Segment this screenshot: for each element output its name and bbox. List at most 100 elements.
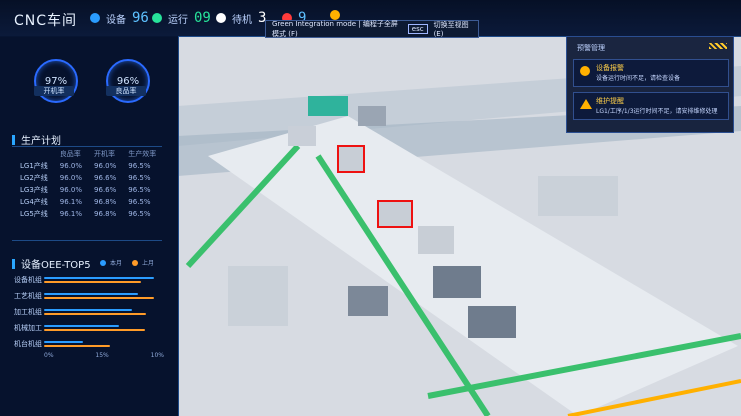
section-title: 生产计划 <box>21 136 61 147</box>
kpi-value: 09 <box>194 10 211 26</box>
line-name: LG5产线 <box>20 210 48 218</box>
cell: 96.0% <box>94 162 117 170</box>
forklift[interactable] <box>348 286 388 316</box>
machine-dark[interactable] <box>433 266 481 298</box>
machine-dark[interactable] <box>468 306 516 338</box>
machine-group[interactable] <box>538 176 618 216</box>
cell: 96.8% <box>94 198 117 206</box>
oee-row[interactable]: 加工机组 <box>14 304 154 320</box>
legend-label: 本月 <box>110 260 123 267</box>
oee-row[interactable]: 工艺机组 <box>14 288 154 304</box>
table-row[interactable]: LG3产线 96.0% 96.6% 96.5% <box>14 184 162 196</box>
oee-row[interactable]: 机台机组 <box>14 336 154 352</box>
machine-large[interactable] <box>228 266 288 326</box>
play-icon <box>152 13 162 23</box>
machine-red-accent[interactable] <box>337 145 365 173</box>
table-header: 良品率 开机率 生产效率 <box>14 148 162 160</box>
oee-row[interactable]: 设备机组 <box>14 272 154 288</box>
section-oee: 设备OEE-TOP5 <box>12 256 91 271</box>
divider <box>12 146 162 147</box>
section-title: 设备OEE-TOP5 <box>21 260 91 271</box>
cell: 96.1% <box>59 210 83 218</box>
mode-chip[interactable]: Green Integration mode | 编程子全屏模式 (F) esc… <box>265 20 479 38</box>
kpi-label: 运行 <box>168 14 188 26</box>
cell: 96.5% <box>128 162 151 170</box>
oee-row-label: 加工机组 <box>14 308 42 316</box>
device-icon <box>90 13 100 23</box>
machine-cluster[interactable] <box>288 126 316 146</box>
table-row[interactable]: LG1产线 96.0% 96.0% 96.5% <box>14 160 162 172</box>
col-header: 良品率 <box>59 150 81 158</box>
col-header: 生产效率 <box>128 150 157 158</box>
oee-row-label: 机台机组 <box>14 340 42 348</box>
cell: 96.0% <box>59 186 83 194</box>
divider <box>12 240 162 241</box>
table-row[interactable]: LG5产线 96.1% 96.8% 96.5% <box>14 208 162 220</box>
alert-title: 维护提醒 <box>596 97 624 105</box>
cell: 96.5% <box>128 186 151 194</box>
warning-icon <box>580 99 592 109</box>
line-name: LG3产线 <box>20 186 48 194</box>
axis-tick: 0% <box>44 352 54 359</box>
legend-swatch-current <box>100 259 106 266</box>
panel-title: 预警管理 <box>577 44 605 52</box>
left-panel: 97% 开机率 96% 良品率 生产计划 良品率 开机率 生产效率 LG1产线 … <box>0 36 179 416</box>
oee-row[interactable]: 机械加工 <box>14 320 154 336</box>
gauge-quality: 96% <box>106 59 150 103</box>
page-title: CNC车间 <box>14 13 78 29</box>
machine-red-accent[interactable] <box>377 200 413 228</box>
line-name: LG1产线 <box>20 162 48 170</box>
gauge-uptime: 97% <box>34 59 78 103</box>
oee-row-bars <box>44 307 154 317</box>
standby-icon <box>216 13 226 23</box>
section-accent <box>12 134 15 145</box>
machine[interactable] <box>418 226 454 254</box>
alert-title: 设备报警 <box>596 64 624 72</box>
axis-tick: 10% <box>150 352 164 359</box>
legend-swatch-previous <box>132 259 139 266</box>
cell: 96.5% <box>128 198 151 206</box>
cell: 96.6% <box>94 186 117 194</box>
cell: 96.0% <box>59 174 83 182</box>
oee-axis: 0% 15% 10% <box>44 352 164 359</box>
kpi-label: 待机 <box>232 14 252 26</box>
oee-legend: 本月 上月 <box>100 258 154 267</box>
production-table: 良品率 开机率 生产效率 LG1产线 96.0% 96.0% 96.5% LG2… <box>14 148 162 220</box>
alert-body: 设备运行时间不足，请检查设备 <box>596 75 681 82</box>
axis-tick: 15% <box>95 352 109 359</box>
oee-bar-previous <box>44 281 141 283</box>
table-row[interactable]: LG4产线 96.1% 96.8% 96.5% <box>14 196 162 208</box>
machine-cluster[interactable] <box>358 106 386 126</box>
alert-panel: 预警管理 设备报警 设备运行时间不足，请检查设备 维护提醒 LG1/工序/1/3… <box>566 36 734 133</box>
oee-row-label: 设备机组 <box>14 276 42 284</box>
legend-item: 本月 <box>100 258 122 267</box>
gauge-label: 良品率 <box>106 86 146 96</box>
oee-row-bars <box>44 339 154 349</box>
cell: 96.5% <box>128 210 151 218</box>
table-row[interactable]: LG2产线 96.0% 96.6% 96.5% <box>14 172 162 184</box>
alert-item[interactable]: 设备报警 设备运行时间不足，请检查设备 <box>573 59 729 87</box>
mode-after: 切换至视图(E) <box>433 21 469 38</box>
oee-row-label: 工艺机组 <box>14 292 42 300</box>
kpi-label: 设备 <box>106 14 126 26</box>
kpi-devices: 设备 96 <box>90 10 149 26</box>
oee-row-bars <box>44 275 154 285</box>
oee-bar-previous <box>44 329 146 331</box>
gauge-label: 开机率 <box>34 86 74 96</box>
col-header <box>14 148 54 160</box>
legend-label: 上月 <box>142 260 155 267</box>
alert-item[interactable]: 维护提醒 LG1/工序/1/3运行时间不足，请安排维修处理 <box>573 92 729 120</box>
line-name: LG2产线 <box>20 174 48 182</box>
dashboard-root: CNC车间 设备 96 运行 09 待机 3 9 Green Integrati… <box>0 0 741 416</box>
top-bar: CNC车间 设备 96 运行 09 待机 3 9 Green Integrati… <box>0 0 741 38</box>
machine-cluster-teal[interactable] <box>308 96 348 116</box>
gauge-value: 96% <box>116 75 140 87</box>
gauge-value: 97% <box>44 75 68 87</box>
esc-key[interactable]: esc <box>407 24 428 34</box>
cell: 96.6% <box>94 174 117 182</box>
oee-bar-current <box>44 293 138 295</box>
kpi-value: 96 <box>132 10 149 26</box>
oee-bar-previous <box>44 313 147 315</box>
oee-bar-current <box>44 309 132 311</box>
alert-icon <box>580 66 590 76</box>
